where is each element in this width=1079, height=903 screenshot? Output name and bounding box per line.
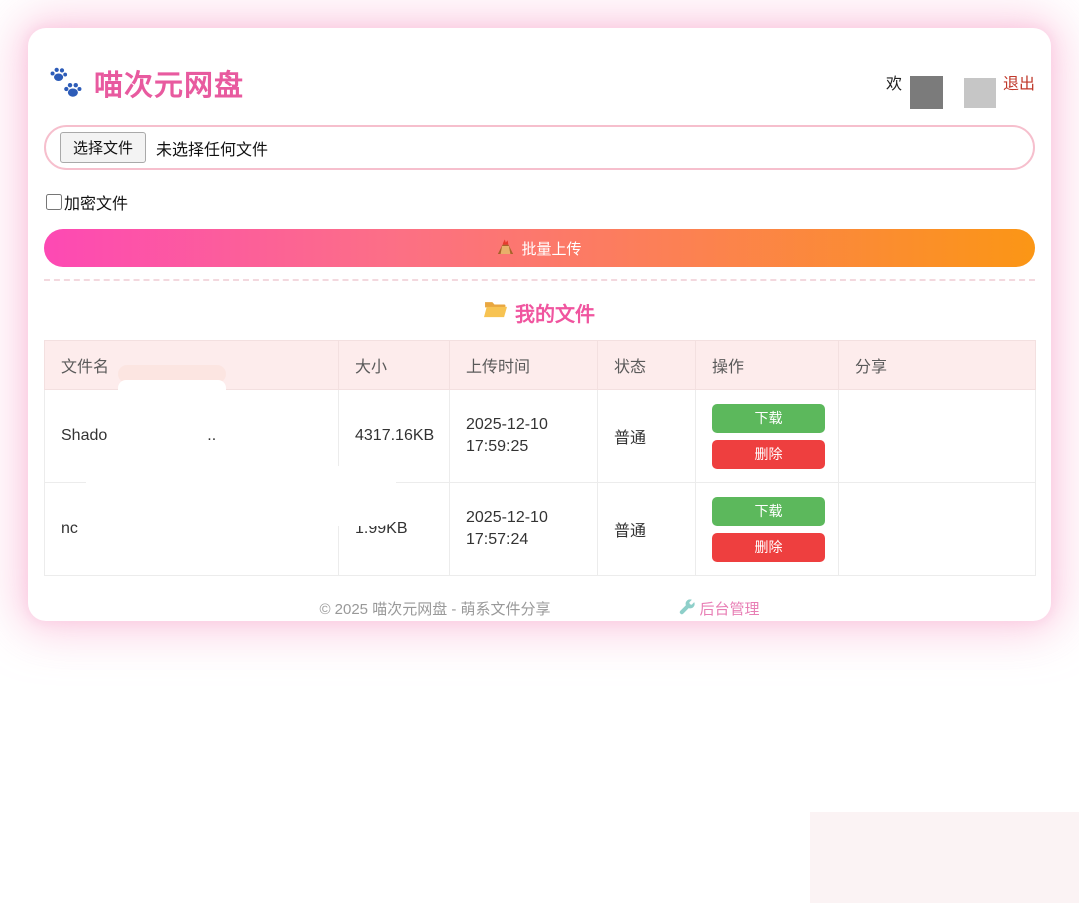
file-input-container: 选择文件 未选择任何文件 [44,125,1035,170]
header: 喵次元网盘 欢 退出 [44,56,1035,109]
welcome-text: 欢 [886,70,902,94]
col-header-actions: 操作 [696,341,839,390]
encrypt-option-row: 加密文件 [44,190,1035,214]
wrench-icon [679,599,695,619]
header-left: 喵次元网盘 [48,56,244,105]
status-cell: 普通 [598,483,696,576]
share-cell [839,390,1036,483]
status-cell: 普通 [598,390,696,483]
section-divider [44,279,1035,281]
page-title: 喵次元网盘 [94,62,244,104]
encrypt-label: 加密文件 [64,190,128,214]
logout-link[interactable]: 退出 [1003,70,1035,94]
share-cell [839,483,1036,576]
choose-file-button[interactable]: 选择文件 [60,132,146,163]
upload-time: 17:59:25 [466,436,581,458]
upload-date: 2025-12-10 [466,414,581,436]
actions-cell: 下载 删除 [696,390,839,483]
delete-button[interactable]: 删除 [712,533,825,562]
redaction-blob [118,380,226,410]
col-header-size: 大小 [339,341,450,390]
filename-text: Shado [61,427,107,444]
header-user-area: 欢 退出 [886,68,1035,109]
files-section-title-text: 我的文件 [515,298,595,327]
upload-time-cell: 2025-12-10 17:57:24 [450,483,598,576]
admin-link[interactable]: 后台管理 [679,598,760,619]
files-section-title: 我的文件 [44,298,1035,327]
filename-text: nc [61,520,78,537]
volcano-icon [497,238,514,259]
paw-prints-icon [48,64,84,105]
open-folder-icon [484,300,507,325]
col-header-upload-time: 上传时间 [450,341,598,390]
redaction-blob [916,36,1026,74]
encrypt-checkbox[interactable] [46,194,62,210]
download-button[interactable]: 下载 [712,497,825,526]
redacted-username-block [910,76,943,109]
page: 喵次元网盘 欢 退出 选择文件 未选择任何文件 加密文件 [0,0,1079,903]
footer: © 2025 喵次元网盘 - 萌系文件分享 后台管理 [44,598,1035,619]
admin-link-label: 后台管理 [700,598,760,619]
col-header-status: 状态 [598,341,696,390]
upload-time: 17:57:24 [466,529,581,551]
batch-upload-label: 批量上传 [521,238,581,259]
main-card: 喵次元网盘 欢 退出 选择文件 未选择任何文件 加密文件 [28,28,1051,621]
filename-text-end: .. [207,427,216,444]
delete-button[interactable]: 删除 [712,440,825,469]
upload-date: 2025-12-10 [466,507,581,529]
batch-upload-button[interactable]: 批量上传 [44,229,1035,267]
redaction-blob [86,466,396,526]
actions-cell: 下载 删除 [696,483,839,576]
col-header-share: 分享 [839,341,1036,390]
file-selected-status: 未选择任何文件 [156,136,268,160]
upload-time-cell: 2025-12-10 17:59:25 [450,390,598,483]
download-button[interactable]: 下载 [712,404,825,433]
redacted-username-block [964,78,996,108]
corner-tint-artifact [810,812,1079,903]
copyright-text: © 2025 喵次元网盘 - 萌系文件分享 [319,598,550,619]
